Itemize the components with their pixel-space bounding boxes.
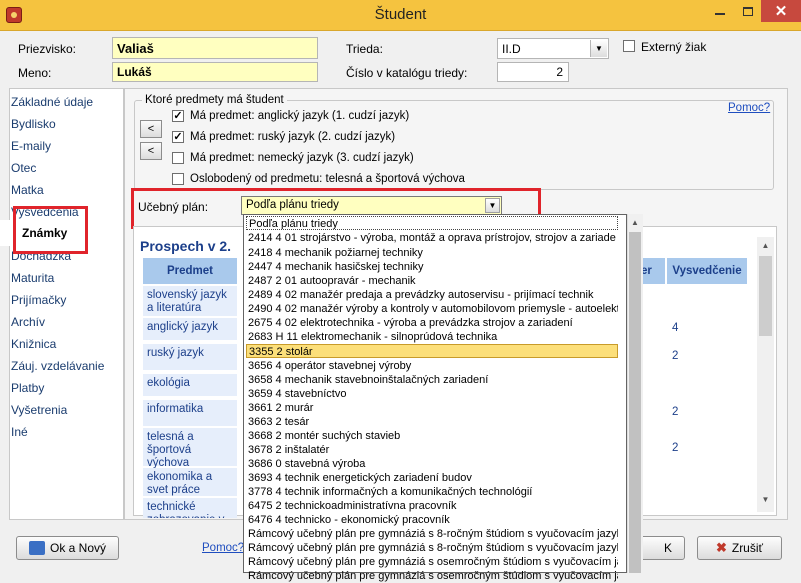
plan-option[interactable]: 3658 4 mechanik stavebnoinštalačných zar… xyxy=(246,373,618,387)
sidebar-item-father[interactable]: Otec xyxy=(11,161,36,175)
external-label: Externý žiak xyxy=(641,40,707,54)
plan-option[interactable]: 2683 H 11 elektromechanik - silnoprúdová… xyxy=(246,330,618,344)
plan-option[interactable]: 6476 4 technicko - ekonomický pracovník xyxy=(246,513,618,527)
subject-cell: ruský jazyk xyxy=(143,344,237,370)
sidebar-item-maturita[interactable]: Maturita xyxy=(11,271,54,285)
pe-exempt-checkbox[interactable] xyxy=(172,173,184,185)
plan-option[interactable]: 2490 4 02 manažér výroby a kontroly v au… xyxy=(246,302,618,316)
sidebar-item-entrance-exams[interactable]: Prijímačky xyxy=(11,293,66,307)
ok-label: K xyxy=(663,541,672,555)
russian-checkbox-label: Má predmet: ruský jazyk (2. cudzí jazyk) xyxy=(190,131,396,143)
external-checkbox[interactable] xyxy=(623,40,635,52)
plan-option[interactable]: 2447 4 mechanik hasičskej techniky xyxy=(246,260,618,274)
sidebar-item-emails[interactable]: E-maily xyxy=(11,139,51,153)
name-label: Meno: xyxy=(18,66,52,80)
maximize-icon xyxy=(742,6,753,16)
minimize-button[interactable] xyxy=(706,0,734,22)
scroll-up-icon[interactable]: ▲ xyxy=(627,215,643,231)
move-subject-button-1[interactable]: < xyxy=(140,120,162,138)
subjects-group-legend: Ktoré predmety má študent xyxy=(142,94,287,106)
grades-title: Prospech v 2. xyxy=(140,238,232,254)
plan-option[interactable]: 3693 4 technik energetických zariadení b… xyxy=(246,471,618,485)
minimize-icon xyxy=(715,13,725,15)
ok-new-button[interactable]: Ok a Nový xyxy=(16,536,119,560)
surname-input[interactable]: Valiaš xyxy=(112,37,318,59)
catalog-label: Číslo v katalógu triedy: xyxy=(346,66,468,80)
class-label: Trieda: xyxy=(346,42,383,56)
plan-option-selected[interactable]: 3355 2 stolár xyxy=(246,344,618,358)
move-subject-button-2[interactable]: < xyxy=(140,142,162,160)
sidebar-item-interest-education[interactable]: Záuj. vzdelávanie xyxy=(11,359,104,373)
cancel-button[interactable]: ✖ Zrušiť xyxy=(697,536,782,560)
english-checkbox-label: Má predmet: anglický jazyk (1. cudzí jaz… xyxy=(190,110,410,122)
plan-option[interactable]: 2675 4 02 elektrotechnika - výroba a pre… xyxy=(246,316,618,330)
plan-option[interactable]: 2414 4 01 strojárstvo - výroba, montáž a… xyxy=(246,231,618,245)
plan-dropdown-scrollbar-thumb[interactable] xyxy=(629,232,641,573)
plan-option[interactable]: 3659 4 stavebníctvo xyxy=(246,387,618,401)
scroll-down-icon[interactable]: ▼ xyxy=(757,491,774,508)
save-icon xyxy=(28,541,45,555)
plan-option[interactable]: 3656 4 operátor stavebnej výroby xyxy=(246,359,618,373)
sidebar-item-archive[interactable]: Archív xyxy=(11,315,45,329)
plan-option[interactable]: 3663 2 tesár xyxy=(246,415,618,429)
grade-cell: 2 xyxy=(672,350,679,362)
german-checkbox-label: Má predmet: nemecký jazyk (3. cudzí jazy… xyxy=(190,152,414,164)
column-header-subject: Predmet xyxy=(143,258,237,284)
grade-cell: 2 xyxy=(672,406,679,418)
scroll-up-icon[interactable]: ▲ xyxy=(757,237,774,254)
plan-option[interactable]: 3686 0 stavebná výroba xyxy=(246,457,618,471)
subject-cell: telesná a športová výchova xyxy=(143,428,237,469)
sidebar-item-basic[interactable]: Základné údaje xyxy=(11,95,93,109)
russian-checkbox[interactable]: ✓ xyxy=(172,131,184,143)
grade-cell: 4 xyxy=(672,322,679,334)
sidebar-item-payments[interactable]: Platby xyxy=(11,381,44,395)
plan-option[interactable]: 3661 2 murár xyxy=(246,401,618,415)
plan-option[interactable]: 2487 2 01 autoopravár - mechanik xyxy=(246,274,618,288)
catalog-input[interactable]: 2 xyxy=(497,62,569,82)
plan-option[interactable]: Rámcový učebný plán pre gymnáziá s osemr… xyxy=(246,569,618,583)
sidebar-item-other[interactable]: Iné xyxy=(11,425,28,439)
window-title: Študent xyxy=(374,6,427,23)
sidebar-item-library[interactable]: Knižnica xyxy=(11,337,56,351)
plan-option[interactable]: Podľa plánu triedy xyxy=(246,216,618,230)
plan-option[interactable]: 6475 2 technickoadministratívna pracovní… xyxy=(246,499,618,513)
plan-option[interactable]: 3678 2 inštalatér xyxy=(246,443,618,457)
close-icon: ✕ xyxy=(774,3,788,20)
grades-scrollbar-thumb[interactable] xyxy=(759,256,772,336)
highlight-box-grades xyxy=(13,206,88,254)
subject-cell: anglický jazyk xyxy=(143,318,237,340)
plan-option[interactable]: 3778 4 technik informačných a komunikačn… xyxy=(246,485,618,499)
plan-option[interactable]: Rámcový učebný plán pre gymnáziá s 8-roč… xyxy=(246,541,618,555)
ok-new-label: Ok a Nový xyxy=(49,541,106,555)
class-value: II.D xyxy=(502,42,521,56)
plan-option[interactable]: 2489 4 02 manažér predaja a prevádzky au… xyxy=(246,288,618,302)
plan-option[interactable]: Rámcový učebný plán pre gymnáziá s 8-roč… xyxy=(246,527,618,541)
grade-cell: 2 xyxy=(672,442,679,454)
maximize-button[interactable] xyxy=(734,0,761,22)
english-checkbox[interactable]: ✓ xyxy=(172,110,184,122)
cancel-label: Zrušiť xyxy=(731,541,764,555)
sidebar-item-address[interactable]: Bydlisko xyxy=(11,117,56,131)
plan-option[interactable]: Rámcový učebný plán pre gymnáziá s osemr… xyxy=(246,555,618,569)
help-link[interactable]: Pomoc? xyxy=(728,102,770,114)
chevron-down-icon[interactable]: ▼ xyxy=(590,40,607,57)
subject-cell: ekonomika a svet práce xyxy=(143,468,237,496)
surname-label: Priezvisko: xyxy=(18,42,77,56)
column-header-report: Vysvedčenie xyxy=(667,258,747,284)
plan-option[interactable]: 3668 2 montér suchých stavieb xyxy=(246,429,618,443)
subject-cell: technické zobrazovanie v xyxy=(143,498,237,518)
name-input[interactable]: Lukáš xyxy=(112,62,318,82)
subject-cell: ekológia xyxy=(143,374,237,396)
german-checkbox[interactable] xyxy=(172,152,184,164)
close-button[interactable]: ✕ xyxy=(761,0,801,22)
pe-exempt-checkbox-label: Oslobodený od predmetu: telesná a športo… xyxy=(190,173,465,185)
subject-cell: slovenský jazyk a literatúra xyxy=(143,286,237,316)
plan-option[interactable]: 2418 4 mechanik požiarnej techniky xyxy=(246,246,618,260)
footer-help-link[interactable]: Pomoc? xyxy=(202,542,244,554)
subject-cell: informatika xyxy=(143,400,237,426)
sidebar-item-mother[interactable]: Matka xyxy=(11,183,44,197)
cancel-icon: ✖ xyxy=(715,540,727,555)
sidebar-item-examinations[interactable]: Vyšetrenia xyxy=(11,403,67,417)
